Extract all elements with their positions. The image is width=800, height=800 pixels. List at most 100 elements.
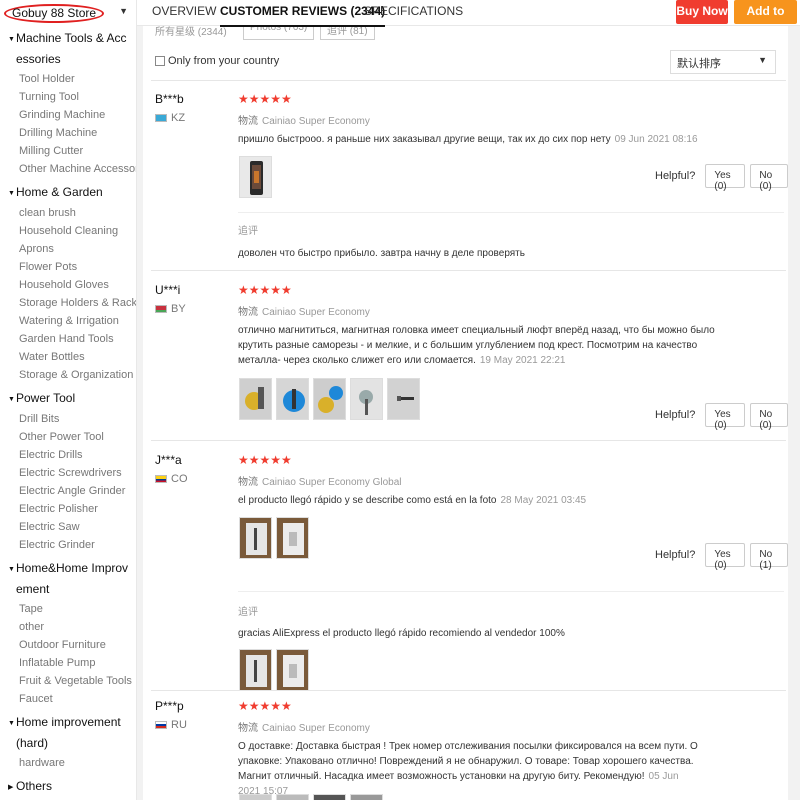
sidebar-item[interactable]: Outdoor Furniture: [0, 636, 136, 654]
review-stars: ★★★★★: [238, 453, 292, 467]
helpful-no-button[interactable]: No (0): [750, 403, 788, 431]
review-photo-thumbnail[interactable]: [387, 378, 420, 420]
helpful-vote: Helpful? Yes (0) No (0): [655, 164, 788, 192]
sidebar-item[interactable]: Other Machine Accessories: [0, 160, 136, 178]
review-photo-thumbnail[interactable]: [313, 378, 346, 420]
review-photo-thumbnail[interactable]: [276, 517, 309, 559]
sidebar-item[interactable]: Electric Screwdrivers: [0, 464, 136, 482]
review-country: BY: [155, 303, 186, 315]
review-photo-thumbnail[interactable]: [239, 156, 272, 198]
helpful-yes-button[interactable]: Yes (0): [705, 403, 746, 431]
only-country-label: Only from your country: [168, 55, 280, 67]
sidebar-category-title[interactable]: ▼ Home & Garden: [0, 182, 136, 204]
sidebar-item[interactable]: Garden Hand Tools: [0, 330, 136, 348]
review-photo-thumbnail[interactable]: [239, 517, 272, 559]
sidebar-category-title[interactable]: ▼ Power Tool: [0, 388, 136, 410]
sidebar-item[interactable]: Fruit & Vegetable Tools: [0, 672, 136, 690]
review-shipping: 物流 Cainiao Super Economy: [238, 307, 370, 318]
sort-select[interactable]: 默认排序 ▼: [670, 50, 776, 74]
review-photo-thumbnail[interactable]: [350, 794, 383, 800]
tab-specifications[interactable]: SPECIFICATIONS: [364, 4, 463, 18]
helpful-label: Helpful?: [655, 549, 696, 561]
expand-triangle-icon[interactable]: ▼: [8, 388, 16, 410]
sidebar-item[interactable]: Grinding Machine: [0, 106, 136, 124]
add-to-cart-button[interactable]: Add to Cart: [734, 0, 797, 40]
sidebar-category-label: Home & Garden: [16, 185, 103, 199]
sidebar-item[interactable]: hardware: [0, 754, 136, 772]
sidebar-item[interactable]: Water Bottles: [0, 348, 136, 366]
review-item: U***i BY ★★★★★ 物流 Cainiao Super Economy о…: [143, 283, 788, 438]
sidebar-item[interactable]: Storage & Organization: [0, 366, 136, 384]
expand-triangle-icon[interactable]: ▼: [8, 182, 16, 204]
store-header[interactable]: Gobuy 88 Store ▼: [0, 0, 136, 24]
sidebar-item[interactable]: Electric Grinder: [0, 536, 136, 554]
review-date: 09 Jun 2021 08:16: [614, 134, 698, 145]
review-photo-thumbnail[interactable]: [276, 378, 309, 420]
sidebar-item[interactable]: Inflatable Pump: [0, 654, 136, 672]
only-country-filter[interactable]: Only from your country: [155, 55, 279, 67]
store-name[interactable]: Gobuy 88 Store: [4, 4, 105, 23]
sidebar-item[interactable]: Household Gloves: [0, 276, 136, 294]
tab-customer-reviews[interactable]: CUSTOMER REVIEWS (2344): [220, 4, 386, 27]
sidebar-item[interactable]: Watering & Irrigation: [0, 312, 136, 330]
sidebar-item[interactable]: Milling Cutter: [0, 142, 136, 160]
review-photo-thumbnail[interactable]: [239, 649, 272, 691]
sidebar-category-label: Machine Tools & Accessories: [16, 31, 127, 66]
review-photo-thumbnail[interactable]: [350, 378, 383, 420]
buy-now-button[interactable]: Buy Now: [676, 0, 728, 24]
sidebar-item[interactable]: Faucet: [0, 690, 136, 708]
reviews-panel: 所有星级 (2344) Photos (763) 追评 (81) Only fr…: [143, 20, 788, 800]
sidebar-category: ▶ Others: [0, 776, 136, 798]
sidebar-item[interactable]: clean brush: [0, 204, 136, 222]
review-photo-thumbnail[interactable]: [239, 794, 272, 800]
sidebar-item[interactable]: Household Cleaning: [0, 222, 136, 240]
sidebar-category: ▼ Home&Home Improvement Tape other Outdoor F…: [0, 558, 136, 708]
sidebar-item[interactable]: Storage Holders & Racks: [0, 294, 136, 312]
review-photo-thumbnail[interactable]: [276, 649, 309, 691]
sidebar-category-title[interactable]: ▶ Others: [0, 776, 136, 798]
sidebar-item[interactable]: Drilling Machine: [0, 124, 136, 142]
review-photo-thumbnail[interactable]: [239, 378, 272, 420]
review-photo-thumbnail[interactable]: [313, 794, 346, 800]
expand-triangle-icon[interactable]: ▼: [8, 28, 16, 70]
sidebar-item[interactable]: other: [0, 618, 136, 636]
sidebar-item[interactable]: Flower Pots: [0, 258, 136, 276]
helpful-no-button[interactable]: No (0): [750, 164, 788, 192]
only-country-checkbox[interactable]: [155, 56, 165, 66]
sidebar-item[interactable]: Tool Holder: [0, 70, 136, 88]
sidebar-category-title[interactable]: ▼ Machine Tools & Accessories: [0, 28, 136, 70]
review-user: J***a: [155, 453, 182, 467]
sidebar-item[interactable]: Other Power Tool: [0, 428, 136, 446]
helpful-yes-button[interactable]: Yes (0): [705, 543, 746, 571]
sidebar-item[interactable]: Tape: [0, 600, 136, 618]
divider: [151, 440, 786, 441]
sidebar-category: ▼ Home & Garden clean brush Household Clean…: [0, 182, 136, 384]
sidebar-item[interactable]: Drill Bits: [0, 410, 136, 428]
sidebar-category-title[interactable]: ▼ Home&Home Improvement: [0, 558, 136, 600]
review-country: CO: [155, 473, 188, 485]
sidebar-item[interactable]: Electric Saw: [0, 518, 136, 536]
review-photo-thumbnail[interactable]: [276, 794, 309, 800]
sidebar-item[interactable]: Aprons: [0, 240, 136, 258]
sidebar-category-label: Power Tool: [16, 391, 76, 405]
sidebar-item[interactable]: Electric Angle Grinder: [0, 482, 136, 500]
tab-overview[interactable]: OVERVIEW: [152, 4, 216, 18]
followup-label: 追评: [238, 607, 258, 618]
review-item: B***b KZ ★★★★★ 物流 Cainiao Super Economy п…: [143, 92, 788, 270]
sidebar-item[interactable]: Electric Drills: [0, 446, 136, 464]
chevron-down-icon[interactable]: ▼: [119, 6, 128, 16]
expand-triangle-icon[interactable]: ▼: [8, 712, 16, 754]
flag-co-icon: [155, 475, 167, 483]
sidebar-category-title[interactable]: ▼ Home improvement (hard): [0, 712, 136, 754]
helpful-no-button[interactable]: No (1): [750, 543, 788, 571]
expand-triangle-icon[interactable]: ▶: [8, 776, 16, 798]
sidebar-item[interactable]: Electric Polisher: [0, 500, 136, 518]
expand-triangle-icon[interactable]: ▼: [8, 558, 16, 600]
store-sidebar: Gobuy 88 Store ▼ ▼ Machine Tools & Access…: [0, 0, 137, 800]
review-text: О доставке: Доставка быстрая ! Трек номе…: [238, 741, 698, 797]
helpful-yes-button[interactable]: Yes (0): [705, 164, 746, 192]
sidebar-item[interactable]: Turning Tool: [0, 88, 136, 106]
sidebar-category: ▼ Home improvement (hard) hardware: [0, 712, 136, 772]
review-text: пришло быстрооо. я раньше них заказывал …: [238, 134, 698, 145]
chevron-down-icon: ▼: [758, 55, 767, 65]
